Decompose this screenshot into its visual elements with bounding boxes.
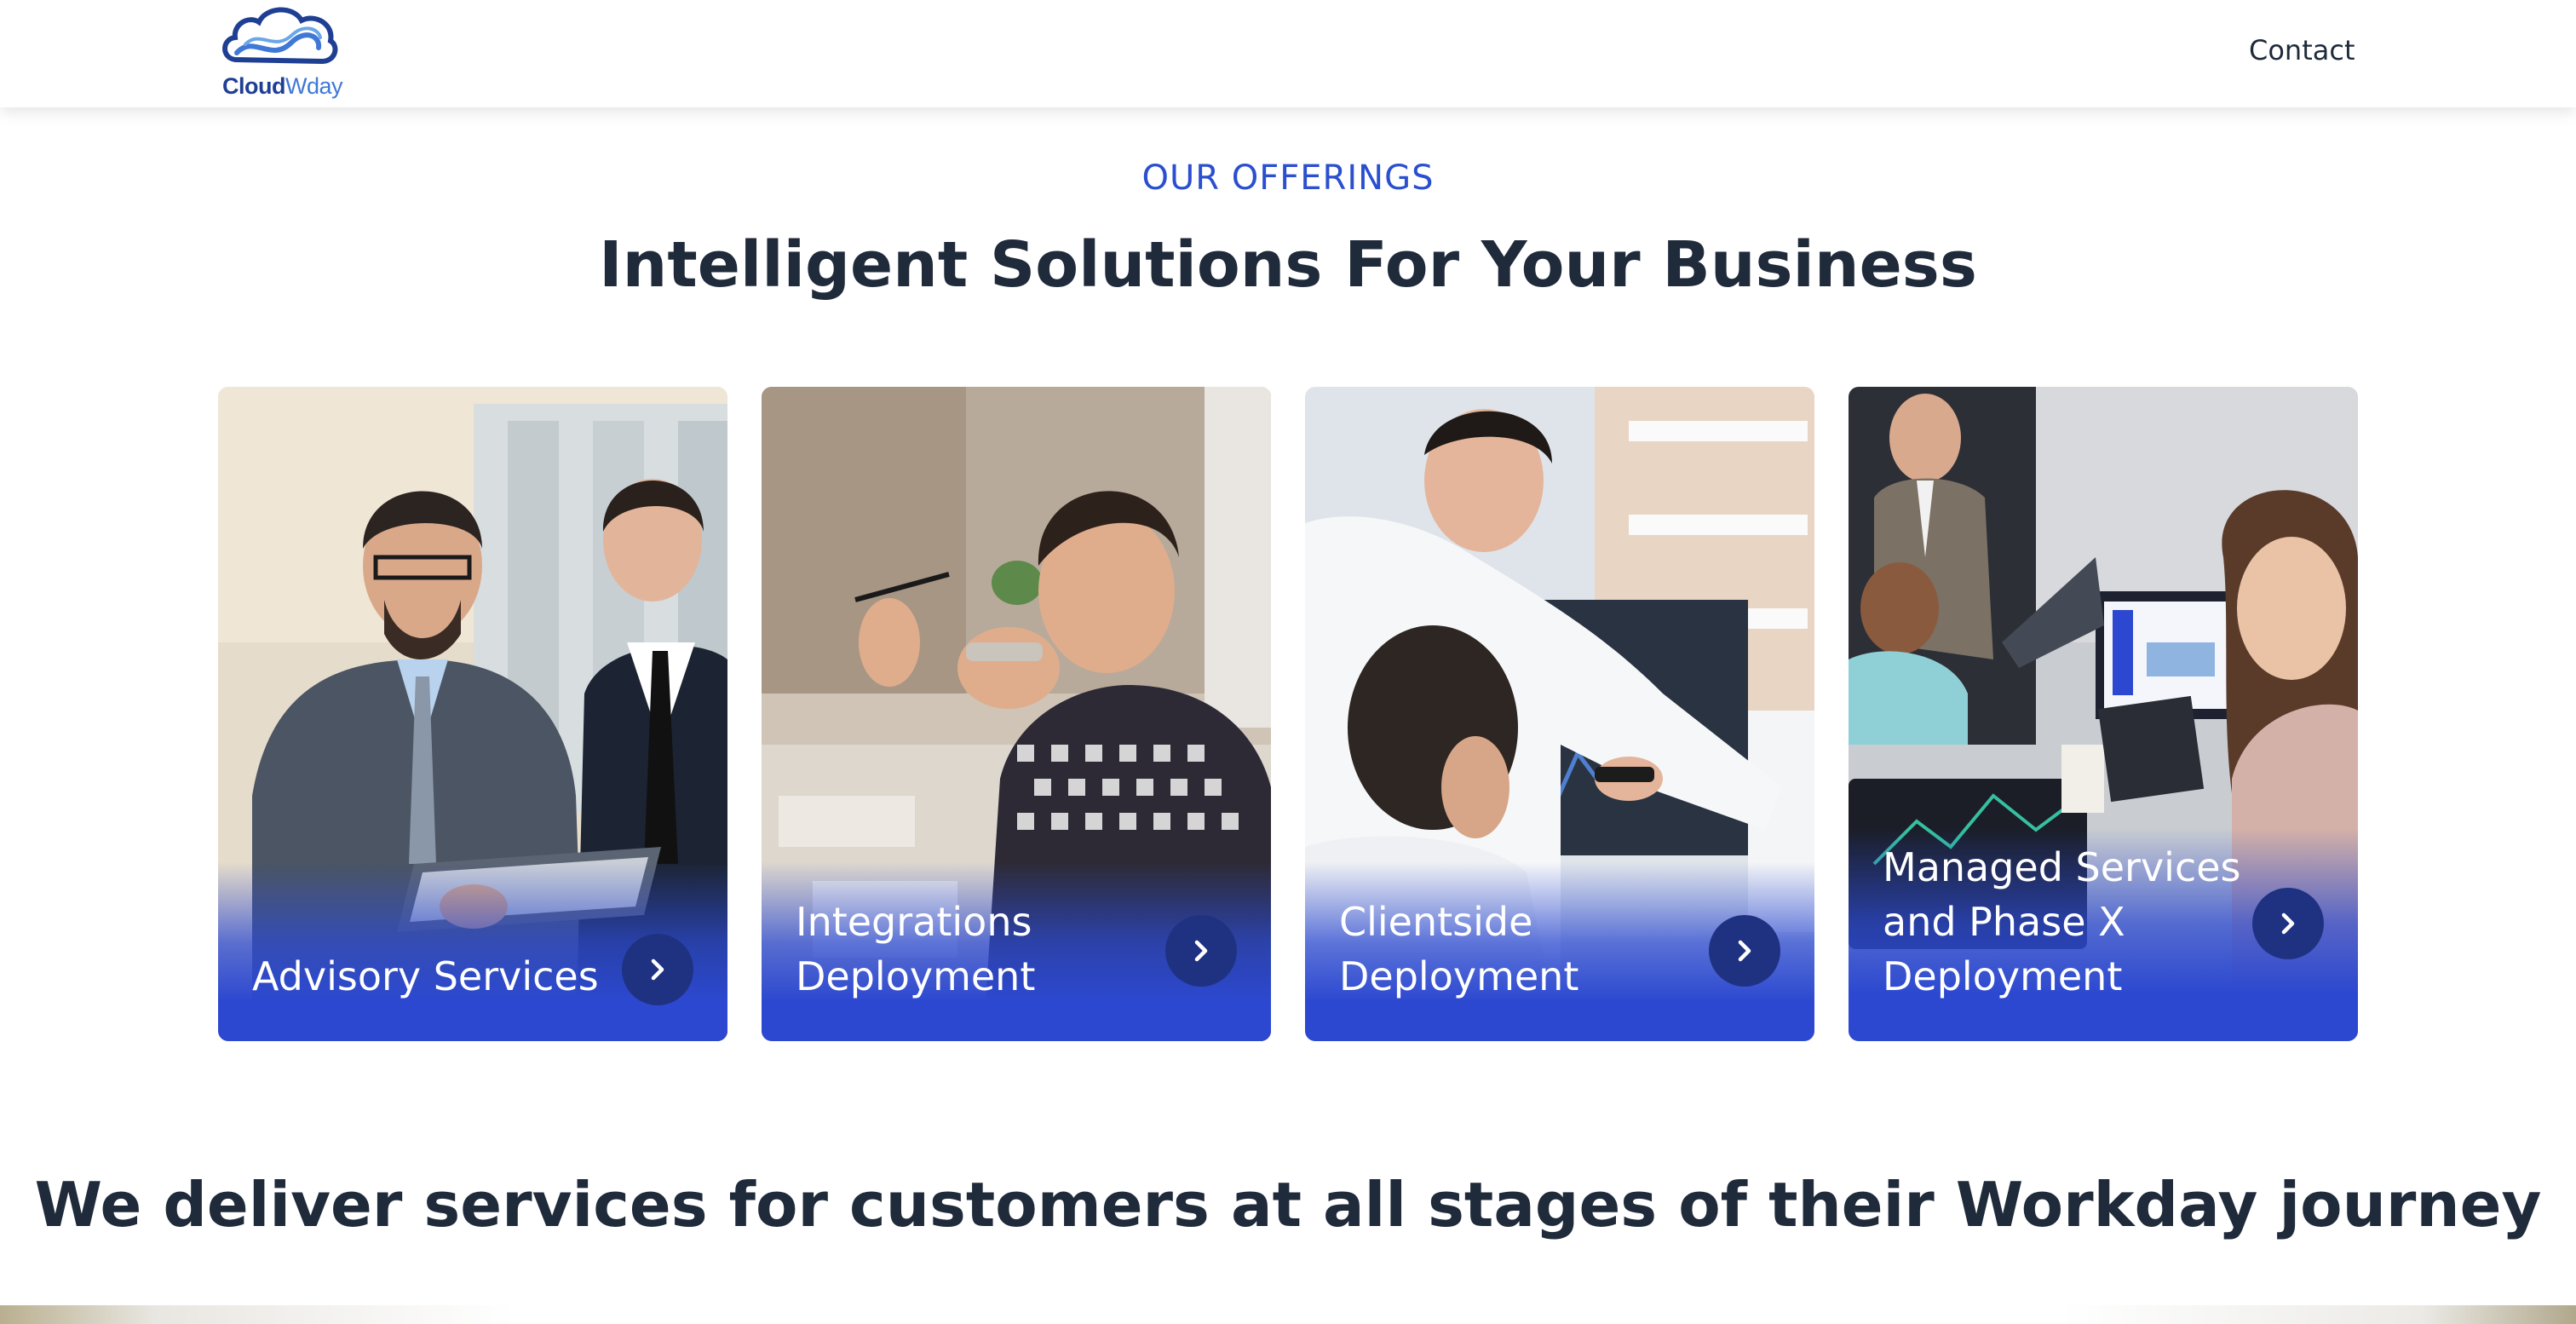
section-eyebrow: OUR OFFERINGS	[1141, 158, 1435, 198]
offering-card-advisory[interactable]: Advisory Services	[218, 387, 727, 1041]
section-headline: Intelligent Solutions For Your Business	[599, 228, 1977, 302]
journey-tagline: We deliver services for customers at all…	[34, 1169, 2542, 1241]
card-arrow-button[interactable]	[622, 934, 693, 1005]
card-title: Advisory Services	[252, 953, 599, 999]
logo-wordmark: CloudWday	[222, 73, 343, 100]
card-title: Integrations Deployment	[796, 899, 1036, 999]
logo-text-wday: Wday	[285, 73, 343, 99]
card-arrow-button[interactable]	[1165, 915, 1237, 987]
bottom-edge-shadow	[0, 1305, 2576, 1324]
logo-text-cloud: Cloud	[222, 73, 285, 99]
card-title: Managed Services and Phase X Deployment	[1883, 844, 2241, 999]
cloud-logo-icon	[222, 7, 338, 65]
card-title: Clientside Deployment	[1339, 899, 1579, 999]
site-header: CloudWday Contact	[0, 0, 2576, 107]
nav-link-contact[interactable]: Contact	[2249, 34, 2355, 66]
chevron-right-icon	[1738, 940, 1751, 962]
chevron-right-icon	[2281, 912, 2295, 935]
offering-card-managed-services[interactable]: Managed Services and Phase X Deployment	[1849, 387, 2358, 1041]
card-arrow-button[interactable]	[1709, 915, 1780, 987]
chevron-right-icon	[1194, 940, 1208, 962]
card-arrow-button[interactable]	[2252, 888, 2324, 959]
brand-logo[interactable]: CloudWday	[220, 3, 348, 104]
offering-card-clientside[interactable]: Clientside Deployment	[1305, 387, 1814, 1041]
offering-card-integrations[interactable]: Integrations Deployment	[762, 387, 1271, 1041]
chevron-right-icon	[651, 958, 664, 981]
